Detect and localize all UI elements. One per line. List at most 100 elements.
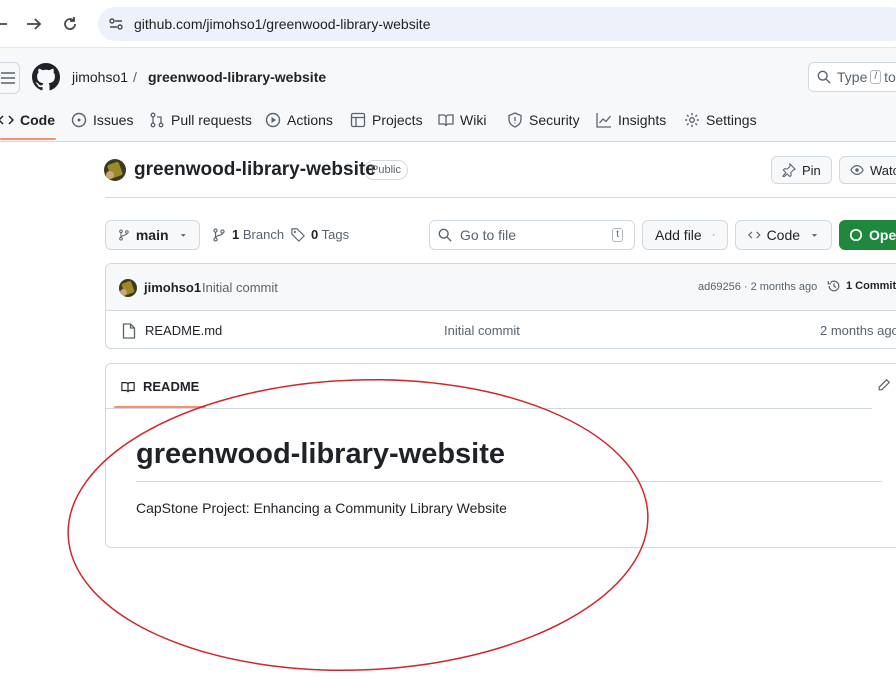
tab-projects[interactable]: Projects	[350, 104, 423, 136]
chevron-down-icon	[180, 234, 186, 237]
go-to-file-input[interactable]: Go to file t	[429, 220, 635, 250]
edit-readme-button[interactable]	[877, 378, 891, 392]
book-icon	[438, 114, 454, 127]
github-logo-icon[interactable]	[32, 63, 60, 91]
back-arrow-icon	[0, 23, 7, 25]
code-dropdown-button[interactable]: Code	[735, 220, 832, 250]
branch-count: 1	[232, 227, 240, 242]
tab-insights[interactable]: Insights	[596, 104, 666, 136]
search-icon	[817, 70, 831, 84]
file-icon	[122, 323, 136, 339]
pin-button[interactable]: Pin	[771, 156, 832, 184]
branch-selector[interactable]: main	[105, 220, 200, 250]
search-prefix: Type	[837, 69, 868, 85]
chevron-down-icon	[811, 234, 818, 237]
pull-request-icon	[150, 112, 164, 128]
gear-icon	[685, 113, 699, 127]
readme-body: CapStone Project: Enhancing a Community …	[136, 500, 507, 516]
eye-icon	[850, 165, 864, 175]
readme-panel: README greenwood-library-website CapSton…	[105, 363, 896, 548]
search-shortcut-key: /	[870, 70, 882, 84]
tab-label: Security	[529, 112, 580, 128]
tab-pull-requests[interactable]: Pull requests	[149, 104, 252, 136]
tab-wiki[interactable]: Wiki	[438, 104, 486, 136]
tab-settings[interactable]: Settings	[684, 104, 757, 136]
menu-button[interactable]	[0, 62, 20, 94]
branches-link[interactable]: 1 Branch	[212, 227, 284, 242]
visibility-badge: Public	[364, 160, 408, 180]
watch-button[interactable]: Watch	[839, 156, 896, 184]
divider	[106, 408, 872, 409]
branch-name: main	[135, 227, 169, 243]
tab-label: Wiki	[460, 112, 487, 128]
pencil-icon	[878, 378, 891, 391]
tab-label: Insights	[618, 112, 667, 128]
open-button[interactable]: Open	[839, 220, 896, 250]
back-button[interactable]	[0, 12, 12, 36]
divider	[105, 197, 896, 198]
forward-arrow-icon	[27, 18, 42, 30]
breadcrumb-owner[interactable]: jimohso1	[72, 69, 128, 85]
reload-button[interactable]	[58, 12, 82, 36]
address-bar[interactable]: github.com/jimohso1/greenwood-library-we…	[98, 7, 896, 41]
breadcrumb-separator: /	[133, 69, 137, 85]
forward-button[interactable]	[22, 12, 46, 36]
open-label: Open	[869, 227, 896, 243]
graph-icon	[596, 113, 612, 128]
codespace-icon	[849, 228, 863, 242]
latest-commit-bar: jimohso1 Initial commit ad69256 · 2 mont…	[106, 264, 896, 311]
search-suffix: to	[884, 69, 896, 85]
branch-label: Branch	[242, 227, 285, 242]
tag-label: Tags	[321, 227, 350, 242]
avatar	[119, 279, 137, 297]
commit-count: 1 Commit	[846, 280, 896, 292]
book-icon	[121, 381, 135, 392]
site-settings-icon[interactable]	[108, 16, 124, 32]
shield-icon	[508, 112, 522, 128]
commit-author[interactable]: jimohso1	[144, 280, 201, 295]
table-icon	[350, 112, 366, 128]
go-to-file-placeholder: Go to file	[460, 227, 517, 243]
add-file-button[interactable]: Add file	[642, 220, 728, 250]
commit-message[interactable]: Initial commit	[202, 280, 278, 295]
search-icon	[438, 228, 452, 242]
code-icon	[0, 115, 14, 125]
file-commit-message[interactable]: Initial commit	[444, 323, 520, 338]
table-row[interactable]: README.md Initial commit 2 months ago	[106, 312, 896, 348]
tab-issues[interactable]: Issues	[71, 104, 133, 136]
file-list: jimohso1 Initial commit ad69256 · 2 mont…	[105, 263, 896, 349]
breadcrumb-repo[interactable]: greenwood-library-website	[148, 69, 326, 85]
chevron-down-icon	[712, 234, 715, 236]
tag-count: 0	[311, 227, 319, 242]
tab-label: Projects	[372, 112, 423, 128]
watch-label: Watch	[870, 162, 896, 178]
tags-link[interactable]: 0 Tags	[291, 227, 349, 242]
code-icon	[748, 231, 761, 239]
file-age: 2 months ago	[820, 323, 896, 338]
url-text: github.com/jimohso1/greenwood-library-we…	[134, 16, 431, 32]
tab-code[interactable]: Code	[0, 104, 55, 136]
history-icon	[827, 280, 840, 292]
code-label: Code	[766, 227, 801, 243]
readme-heading: greenwood-library-website	[136, 438, 506, 470]
commit-meta[interactable]: ad69256 · 2 months ago	[698, 281, 817, 293]
hamburger-icon	[1, 72, 15, 84]
search-input[interactable]: Type / to	[808, 62, 896, 92]
divider	[136, 481, 882, 482]
tab-actions[interactable]: Actions	[265, 104, 333, 136]
tab-label: Pull requests	[171, 112, 252, 128]
pin-icon	[782, 163, 796, 177]
commit-history-link[interactable]: 1 Commit	[827, 279, 896, 293]
repo-owner-avatar	[104, 159, 126, 181]
readme-label: README	[143, 379, 200, 394]
go-to-file-shortcut: t	[612, 228, 623, 242]
reload-icon	[64, 17, 76, 30]
branch-icon	[119, 229, 129, 241]
repo-name[interactable]: greenwood-library-website	[134, 159, 376, 181]
tab-security[interactable]: Security	[507, 104, 580, 136]
tag-icon	[291, 227, 305, 242]
readme-tab[interactable]: README	[121, 379, 199, 394]
tab-label: Actions	[287, 112, 333, 128]
issue-icon	[71, 112, 87, 128]
file-name[interactable]: README.md	[145, 323, 222, 338]
